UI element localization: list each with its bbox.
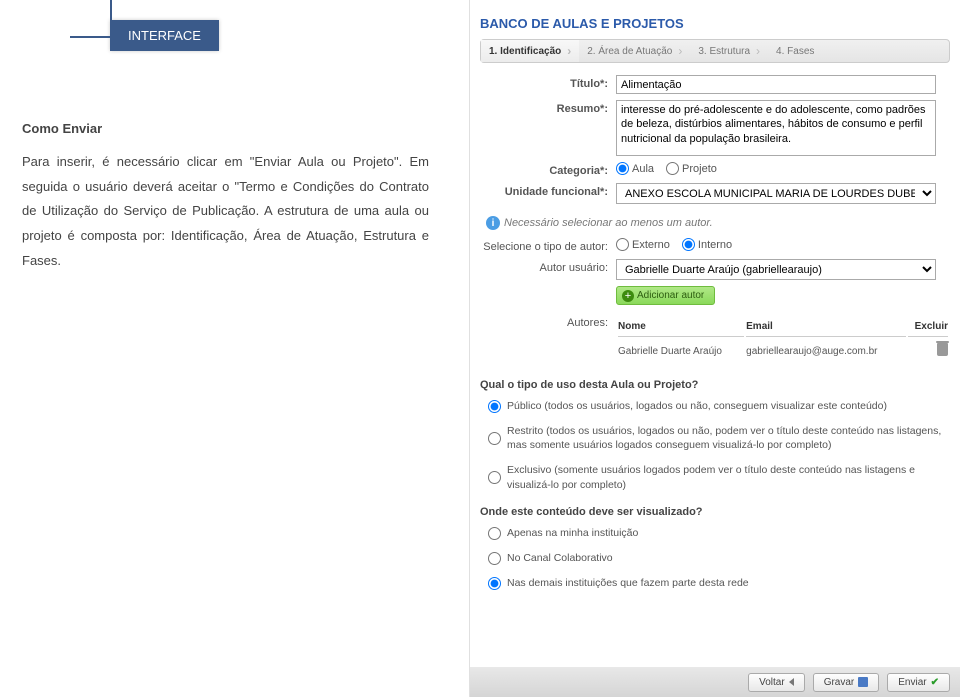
uso-title: Qual o tipo de uso desta Aula ou Projeto… <box>480 379 950 391</box>
autor-usuario-select[interactable]: Gabrielle Duarte Araújo (gabriellearaujo… <box>616 259 936 280</box>
left-documentation-panel: INTERFACE Como Enviar Para inserir, é ne… <box>0 0 470 697</box>
wizard-tabs: 1. Identificação 2. Área de Atuação 3. E… <box>480 39 950 63</box>
info-icon: i <box>486 216 500 230</box>
th-email: Email <box>746 317 905 337</box>
uso-exclusivo-radio[interactable]: Exclusivo (somente usuários logados pode… <box>488 463 950 492</box>
vis-canal-radio[interactable]: No Canal Colaborativo <box>488 551 950 566</box>
uso-restrito-radio[interactable]: Restrito (todos os usuários, logados ou … <box>488 424 950 453</box>
gravar-button[interactable]: Gravar <box>813 673 880 692</box>
add-author-button[interactable]: Adicionar autor <box>616 286 715 305</box>
button-bar: Voltar Gravar Enviar✔ <box>470 667 960 697</box>
enviar-button[interactable]: Enviar✔ <box>887 673 950 692</box>
th-excluir: Excluir <box>908 317 948 337</box>
trash-icon[interactable] <box>937 343 948 356</box>
tab-fases[interactable]: 4. Fases <box>768 40 828 62</box>
info-message: i Necessário selecionar ao menos um auto… <box>480 210 950 238</box>
unidade-label: Unidade funcional*: <box>480 183 616 198</box>
titulo-input[interactable] <box>616 75 936 94</box>
tab-identificacao[interactable]: 1. Identificação <box>481 40 579 62</box>
app-title: BANCO DE AULAS E PROJETOS <box>470 0 960 39</box>
uso-publico-radio[interactable]: Público (todos os usuários, logados ou n… <box>488 399 950 414</box>
tipo-autor-label: Selecione o tipo de autor: <box>480 238 616 253</box>
resumo-textarea[interactable]: interesse do pré-adolescente e do adoles… <box>616 100 936 156</box>
vis-title: Onde este conteúdo deve ser visualizado? <box>480 506 950 518</box>
autor-usuario-label: Autor usuário: <box>480 259 616 274</box>
table-row: Gabrielle Duarte Araújo gabriellearaujo@… <box>618 339 948 363</box>
tipo-interno-radio[interactable]: Interno <box>682 238 732 251</box>
floppy-icon <box>858 677 868 687</box>
tab-estrutura[interactable]: 3. Estrutura <box>690 40 768 62</box>
authors-table: Nome Email Excluir Gabrielle Duarte Araú… <box>616 315 950 365</box>
resumo-label: Resumo*: <box>480 100 616 115</box>
vis-rede-radio[interactable]: Nas demais instituições que fazem parte … <box>488 576 950 591</box>
unidade-select[interactable]: ANEXO ESCOLA MUNICIPAL MARIA DE LOURDES … <box>616 183 936 204</box>
titulo-label: Título*: <box>480 75 616 90</box>
tipo-externo-radio[interactable]: Externo <box>616 238 670 251</box>
vis-minha-radio[interactable]: Apenas na minha instituição <box>488 526 950 541</box>
categoria-projeto-radio[interactable]: Projeto <box>666 162 717 175</box>
voltar-button[interactable]: Voltar <box>748 673 805 692</box>
check-icon: ✔ <box>931 677 939 688</box>
doc-heading: Como Enviar <box>22 121 429 136</box>
categoria-label: Categoria*: <box>480 162 616 177</box>
categoria-aula-radio[interactable]: Aula <box>616 162 654 175</box>
form-panel: BANCO DE AULAS E PROJETOS 1. Identificaç… <box>470 0 960 697</box>
th-nome: Nome <box>618 317 744 337</box>
back-arrow-icon <box>789 678 794 686</box>
tab-area-atuacao[interactable]: 2. Área de Atuação <box>579 40 690 62</box>
autores-label: Autores: <box>480 311 616 329</box>
doc-paragraph: Para inserir, é necessário clicar em "En… <box>22 150 429 273</box>
interface-label: INTERFACE <box>110 20 219 51</box>
